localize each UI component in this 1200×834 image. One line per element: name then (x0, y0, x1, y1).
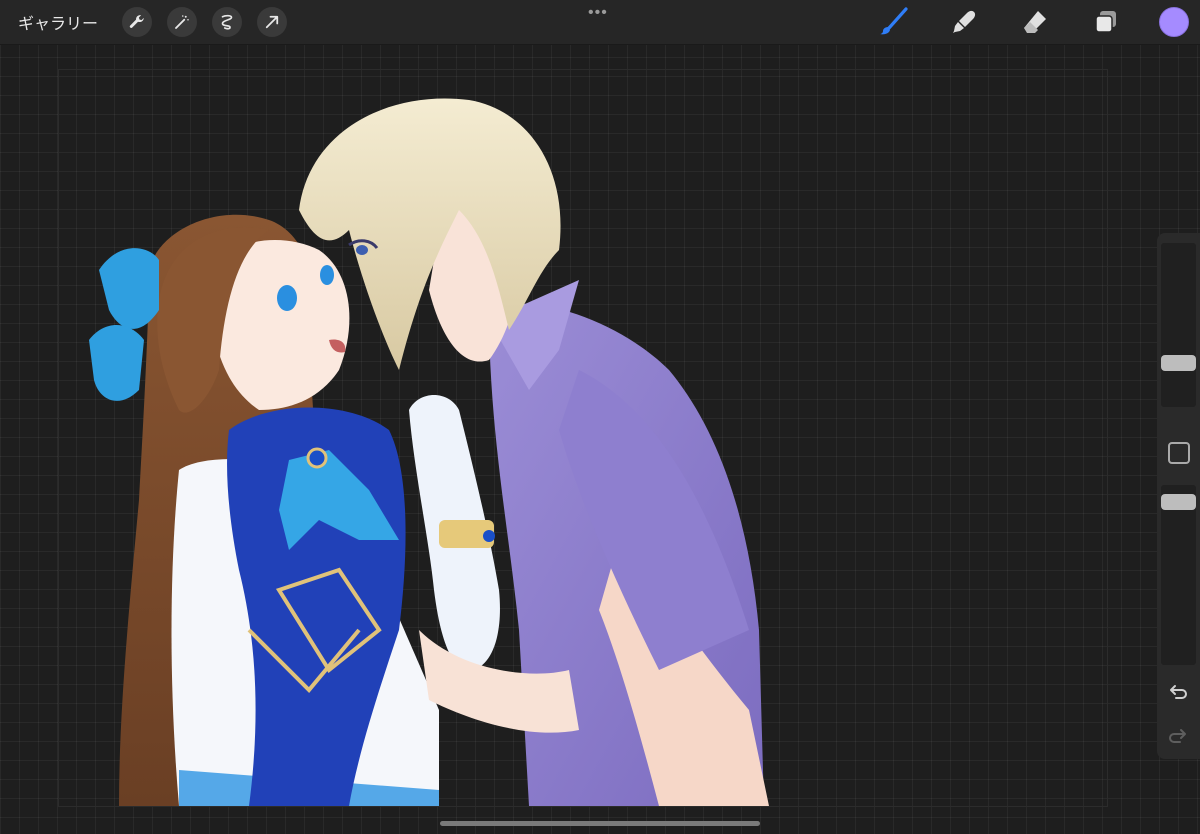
transform-arrow-icon (265, 15, 279, 29)
opacity-slider[interactable] (1161, 485, 1196, 665)
brush-size-slider[interactable] (1161, 243, 1196, 407)
color-picker-button[interactable] (1159, 7, 1189, 37)
layers-button[interactable] (1088, 4, 1124, 40)
magic-wand-icon (175, 15, 189, 29)
brush-size-handle[interactable] (1161, 355, 1196, 371)
drawing-canvas[interactable] (58, 69, 1108, 807)
more-options-button[interactable]: ••• (588, 4, 608, 22)
brush-icon (880, 7, 908, 35)
selection-button[interactable] (212, 7, 243, 37)
smudge-icon (953, 10, 976, 33)
artwork-illustration (89, 98, 769, 806)
brush-tool-button[interactable] (875, 4, 911, 40)
undo-icon[interactable] (1167, 681, 1189, 703)
home-indicator[interactable] (440, 821, 760, 826)
selection-icon (221, 14, 233, 30)
layers-icon (1095, 11, 1116, 33)
redo-icon[interactable] (1167, 725, 1189, 747)
gallery-button[interactable]: ギャラリー (18, 10, 98, 34)
brush-sidebar (1157, 233, 1200, 759)
transform-button[interactable] (257, 7, 288, 37)
right-tools (875, 0, 1200, 44)
adjustments-button[interactable] (167, 7, 198, 37)
top-toolbar: ギャラリー ••• (0, 0, 1200, 45)
smudge-tool-button[interactable] (946, 4, 982, 40)
wrench-icon (129, 15, 144, 28)
opacity-handle[interactable] (1161, 494, 1196, 510)
eraser-icon (1024, 11, 1046, 33)
actions-button[interactable] (122, 7, 153, 37)
modify-button[interactable] (1168, 442, 1190, 464)
eraser-tool-button[interactable] (1017, 4, 1053, 40)
